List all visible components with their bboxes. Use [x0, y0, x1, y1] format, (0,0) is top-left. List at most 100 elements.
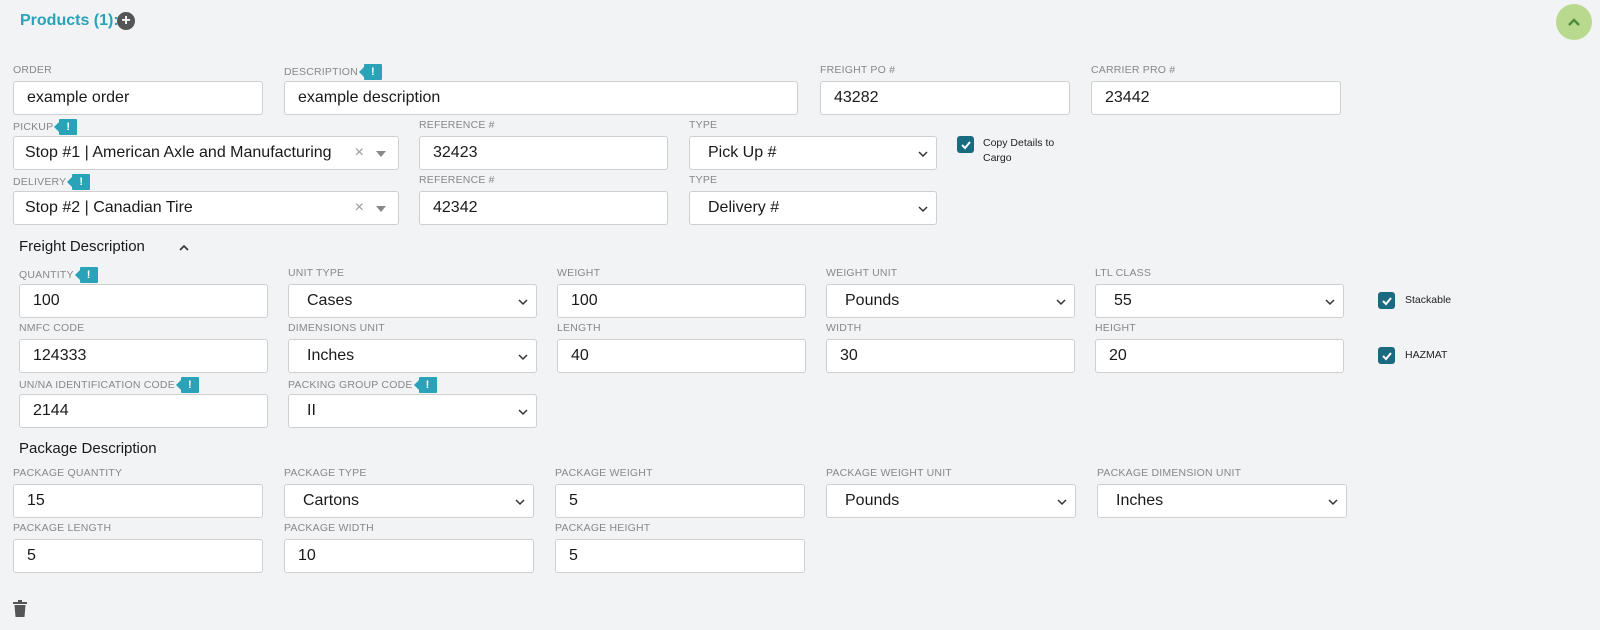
chevron-down-icon: [515, 499, 525, 506]
package-type-select[interactable]: Cartons: [284, 484, 534, 518]
chevron-down-icon: [518, 354, 528, 361]
chevron-up-icon: [1568, 18, 1580, 26]
trash-icon[interactable]: [13, 600, 27, 617]
width-input[interactable]: 30: [826, 339, 1075, 373]
delivery-reference-input[interactable]: 42342: [419, 191, 668, 225]
copy-details-label: Copy Details to Cargo: [983, 136, 1054, 166]
chevron-down-icon: [376, 206, 386, 212]
delivery-type-label: TYPE: [689, 174, 718, 186]
delivery-stop-select[interactable]: Stop #2 | Canadian Tire ×: [13, 191, 399, 225]
exclamation-flag-icon: !: [54, 119, 78, 135]
package-weight-input[interactable]: 5: [555, 484, 805, 518]
package-height-label: PACKAGE HEIGHT: [555, 522, 651, 534]
carrier-pro-label: CARRIER PRO #: [1091, 64, 1176, 76]
weight-unit-value: Pounds: [845, 292, 900, 309]
length-label: LENGTH: [557, 322, 601, 334]
nmfc-code-input[interactable]: 124333: [19, 339, 268, 373]
package-length-input[interactable]: 5: [13, 539, 263, 573]
collapse-button[interactable]: [1556, 4, 1592, 40]
chevron-down-icon: [918, 151, 928, 158]
pickup-stop-value: Stop #1 | American Axle and Manufacturin…: [25, 144, 332, 161]
unit-type-label: UNIT TYPE: [288, 267, 345, 279]
packing-group-label: PACKING GROUP CODE!: [288, 377, 437, 393]
unit-type-select[interactable]: Cases: [288, 284, 537, 318]
ltl-class-select[interactable]: 55: [1095, 284, 1344, 318]
chevron-down-icon: [1325, 299, 1335, 306]
check-icon: [1381, 351, 1392, 360]
freight-description-title: Freight Description: [19, 238, 145, 255]
package-width-label: PACKAGE WIDTH: [284, 522, 374, 534]
order-input[interactable]: example order: [13, 81, 263, 115]
un-na-code-label: UN/NA IDENTIFICATION CODE!: [19, 377, 199, 393]
un-na-code-input[interactable]: 2144: [19, 394, 268, 428]
height-input[interactable]: 20: [1095, 339, 1344, 373]
delivery-stop-value: Stop #2 | Canadian Tire: [25, 199, 193, 216]
delivery-type-value: Delivery #: [708, 199, 780, 216]
pickup-label: PICKUP!: [13, 119, 78, 135]
delivery-label-text: DELIVERY: [13, 175, 67, 188]
package-height-input[interactable]: 5: [555, 539, 805, 573]
chevron-down-icon: [1056, 299, 1066, 306]
order-label: ORDER: [13, 64, 52, 76]
weight-unit-select[interactable]: Pounds: [826, 284, 1075, 318]
package-dimension-unit-label: PACKAGE DIMENSION UNIT: [1097, 467, 1242, 479]
chevron-down-icon: [518, 299, 528, 306]
copy-details-label-line2: Cargo: [983, 152, 1012, 164]
packing-group-select[interactable]: II: [288, 394, 537, 428]
dimensions-unit-select[interactable]: Inches: [288, 339, 537, 373]
nmfc-code-label: NMFC CODE: [19, 322, 85, 334]
delivery-reference-label: REFERENCE #: [419, 174, 495, 186]
description-input[interactable]: example description: [284, 81, 798, 115]
dimensions-unit-value: Inches: [307, 347, 355, 364]
pickup-type-value: Pick Up #: [708, 144, 777, 161]
package-quantity-input[interactable]: 15: [13, 484, 263, 518]
package-dimension-unit-select[interactable]: Inches: [1097, 484, 1347, 518]
package-width-input[interactable]: 10: [284, 539, 534, 573]
pickup-reference-input[interactable]: 32423: [419, 136, 668, 170]
close-icon[interactable]: ×: [355, 192, 364, 224]
length-input[interactable]: 40: [557, 339, 806, 373]
pickup-reference-label: REFERENCE #: [419, 119, 495, 131]
add-product-button[interactable]: +: [117, 12, 135, 30]
exclamation-flag-icon: !: [67, 174, 91, 190]
close-icon[interactable]: ×: [355, 137, 364, 169]
package-weight-unit-select[interactable]: Pounds: [826, 484, 1076, 518]
quantity-label: QUANTITY!: [19, 267, 98, 283]
stackable-label: Stackable: [1405, 294, 1452, 306]
delivery-label: DELIVERY!: [13, 174, 91, 190]
package-description-title: Package Description: [19, 440, 157, 457]
weight-label: WEIGHT: [557, 267, 601, 279]
check-icon: [1381, 296, 1392, 305]
package-length-label: PACKAGE LENGTH: [13, 522, 112, 534]
pickup-stop-select[interactable]: Stop #1 | American Axle and Manufacturin…: [13, 136, 399, 170]
weight-input[interactable]: 100: [557, 284, 806, 318]
quantity-input[interactable]: 100: [19, 284, 268, 318]
package-type-value: Cartons: [303, 492, 360, 509]
packing-group-value: II: [307, 402, 316, 419]
carrier-pro-input[interactable]: 23442: [1091, 81, 1341, 115]
products-header-title: Products (1):: [20, 12, 119, 29]
unit-type-value: Cases: [307, 292, 353, 309]
weight-unit-label: WEIGHT UNIT: [826, 267, 898, 279]
exclamation-flag-icon: !: [175, 377, 199, 393]
height-label: HEIGHT: [1095, 322, 1136, 334]
package-quantity-label: PACKAGE QUANTITY: [13, 467, 123, 479]
packing-group-label-text: PACKING GROUP CODE: [288, 378, 413, 391]
delivery-type-select[interactable]: Delivery #: [689, 191, 937, 225]
copy-details-checkbox[interactable]: [957, 136, 974, 153]
pickup-type-select[interactable]: Pick Up #: [689, 136, 937, 170]
chevron-down-icon: [376, 151, 386, 157]
width-label: WIDTH: [826, 322, 862, 334]
hazmat-label: HAZMAT: [1405, 349, 1448, 361]
hazmat-checkbox[interactable]: [1378, 347, 1395, 364]
stackable-checkbox[interactable]: [1378, 292, 1395, 309]
check-icon: [960, 140, 971, 149]
un-na-code-label-text: UN/NA IDENTIFICATION CODE: [19, 378, 175, 391]
chevron-up-icon[interactable]: [178, 243, 190, 253]
freight-po-label: FREIGHT PO #: [820, 64, 896, 76]
pickup-type-label: TYPE: [689, 119, 718, 131]
package-dimension-unit-value: Inches: [1116, 492, 1164, 509]
freight-po-input[interactable]: 43282: [820, 81, 1070, 115]
package-weight-unit-value: Pounds: [845, 492, 900, 509]
chevron-down-icon: [1328, 499, 1338, 506]
